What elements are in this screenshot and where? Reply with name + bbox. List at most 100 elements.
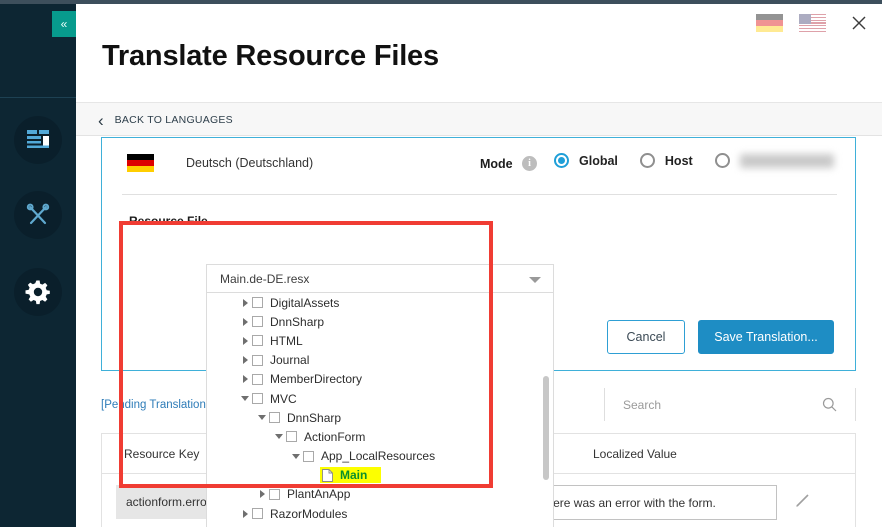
selected-file-highlight: Main bbox=[320, 467, 382, 484]
tree-node-checkbox[interactable] bbox=[303, 450, 314, 462]
chevron-right-icon[interactable] bbox=[238, 510, 252, 518]
pencil-edit-icon[interactable] bbox=[794, 492, 811, 514]
radio-host-input[interactable] bbox=[639, 153, 655, 168]
sidebar-collapse-label: « bbox=[60, 17, 68, 31]
chevron-right-icon[interactable] bbox=[238, 356, 252, 364]
language-name: Deutsch (Deutschland) bbox=[186, 156, 314, 170]
tree-node[interactable]: ActionForm bbox=[207, 427, 553, 446]
sidebar-item-content[interactable] bbox=[14, 116, 62, 164]
resource-file-select[interactable]: Main.de-DE.resx bbox=[206, 264, 554, 293]
tree-node-checkbox[interactable] bbox=[269, 412, 280, 424]
pending-translations-link[interactable]: [Pending Translations] bbox=[101, 399, 215, 411]
resource-file-tree: DigitalAssets DnnSharp HTML Journal MemberDi… bbox=[207, 293, 553, 527]
tree-node[interactable]: DnnSharp bbox=[207, 312, 553, 331]
radio-host-label: Host bbox=[664, 153, 693, 168]
chevron-right-icon[interactable] bbox=[238, 337, 252, 345]
app-root: « Translate Resource Files ‹ BACK TO LAN… bbox=[0, 0, 882, 527]
radio-option-portal[interactable]: Website Portal bbox=[714, 153, 835, 168]
tree-node[interactable]: Main bbox=[207, 466, 553, 485]
chevron-down-icon[interactable] bbox=[238, 396, 252, 401]
tree-node-checkbox[interactable] bbox=[252, 335, 263, 347]
tree-node[interactable]: HTML bbox=[207, 331, 553, 350]
sidebar-item-settings[interactable] bbox=[14, 268, 62, 316]
radio-option-host[interactable]: Host bbox=[639, 153, 693, 168]
chevron-right-icon[interactable] bbox=[238, 375, 252, 383]
tree-node[interactable]: DigitalAssets bbox=[207, 293, 553, 312]
chevron-down-icon[interactable] bbox=[529, 277, 541, 283]
tree-node-checkbox[interactable] bbox=[252, 393, 263, 405]
search-icon[interactable] bbox=[822, 397, 837, 417]
tree-node-label: Journal bbox=[270, 353, 310, 368]
close-x-glyph bbox=[852, 16, 866, 30]
sidebar-header: « bbox=[0, 4, 76, 98]
mode-radio-group: Global Host Website Portal bbox=[554, 153, 835, 168]
info-icon[interactable]: i bbox=[522, 156, 537, 171]
tree-node-label: DnnSharp bbox=[287, 410, 342, 425]
chevron-down-icon[interactable] bbox=[255, 415, 269, 420]
radio-portal-label: Website Portal bbox=[739, 153, 835, 168]
card-divider bbox=[122, 194, 837, 195]
cancel-button[interactable]: Cancel bbox=[607, 320, 685, 354]
left-sidebar: « bbox=[0, 4, 76, 527]
tree-node-label: DnnSharp bbox=[270, 314, 325, 329]
chevron-right-icon[interactable] bbox=[238, 299, 252, 307]
tree-node[interactable]: MemberDirectory bbox=[207, 370, 553, 389]
tree-node-checkbox[interactable] bbox=[252, 373, 263, 385]
tree-node-label: MemberDirectory bbox=[270, 372, 363, 387]
tree-node-label: App_LocalResources bbox=[321, 449, 436, 464]
search-bar bbox=[604, 388, 856, 421]
tree-node-checkbox[interactable] bbox=[252, 297, 263, 309]
tree-node-label: Main bbox=[340, 468, 368, 483]
chevron-down-icon[interactable] bbox=[289, 454, 303, 459]
radio-portal-input[interactable] bbox=[714, 153, 730, 168]
tree-node[interactable]: PlantAnApp bbox=[207, 485, 553, 504]
chevron-down-icon[interactable] bbox=[272, 434, 286, 439]
chevron-right-icon[interactable] bbox=[255, 490, 269, 498]
file-icon bbox=[322, 468, 333, 482]
resource-file-tree-dropdown[interactable]: DigitalAssets DnnSharp HTML Journal MemberDi… bbox=[206, 293, 554, 527]
column-header-resource-key: Resource Key bbox=[124, 447, 200, 461]
tools-wrench-icon bbox=[26, 203, 50, 225]
close-icon[interactable] bbox=[848, 12, 870, 34]
tree-node[interactable]: SiteExperiment bbox=[207, 523, 553, 527]
pencil-glyph bbox=[796, 494, 809, 507]
us-flag[interactable] bbox=[799, 14, 826, 32]
tree-node[interactable]: RazorModules bbox=[207, 504, 553, 523]
german-flag bbox=[127, 154, 154, 172]
tree-node-label: ActionForm bbox=[304, 429, 366, 444]
sidebar-item-tools[interactable] bbox=[14, 191, 62, 239]
tree-node-label: HTML bbox=[270, 333, 303, 348]
tree-node[interactable]: App_LocalResources bbox=[207, 447, 553, 466]
tree-node-checkbox[interactable] bbox=[269, 488, 280, 500]
radio-global-label: Global bbox=[579, 153, 618, 168]
breadcrumb-bar: ‹ BACK TO LANGUAGES bbox=[76, 102, 882, 136]
tree-node-label: DigitalAssets bbox=[270, 295, 340, 310]
radio-option-global[interactable]: Global bbox=[554, 153, 618, 168]
tree-node[interactable]: DnnSharp bbox=[207, 408, 553, 427]
tree-node-checkbox[interactable] bbox=[286, 431, 297, 443]
mode-label: Mode bbox=[480, 157, 513, 171]
chevron-right-icon[interactable] bbox=[238, 318, 252, 326]
tree-node-checkbox[interactable] bbox=[252, 316, 263, 328]
dropdown-scrollbar-thumb[interactable] bbox=[543, 376, 549, 480]
language-row: Deutsch (Deutschland) Mode i Global Host… bbox=[102, 138, 855, 194]
tree-node[interactable]: MVC bbox=[207, 389, 553, 408]
main-page: Translate Resource Files ‹ BACK TO LANGU… bbox=[76, 4, 882, 527]
column-header-localized-value: Localized Value bbox=[593, 447, 677, 461]
back-to-languages-link[interactable]: ‹ BACK TO LANGUAGES bbox=[98, 103, 233, 137]
tree-node[interactable]: Journal bbox=[207, 351, 553, 370]
resource-file-selected-value: Main.de-DE.resx bbox=[220, 271, 310, 286]
tree-node-checkbox[interactable] bbox=[252, 354, 263, 366]
card-action-buttons: Cancel Save Translation... bbox=[607, 320, 834, 354]
radio-global-input[interactable] bbox=[554, 153, 569, 168]
chevron-left-icon: ‹ bbox=[98, 110, 104, 130]
tree-node-label: RazorModules bbox=[270, 506, 348, 521]
resource-file-label: Resource File bbox=[129, 214, 208, 228]
sidebar-collapse-button[interactable]: « bbox=[52, 11, 76, 37]
tree-node-label: MVC bbox=[270, 391, 297, 406]
search-input[interactable] bbox=[623, 397, 813, 412]
save-translation-button[interactable]: Save Translation... bbox=[698, 320, 834, 354]
german-flag[interactable] bbox=[756, 14, 783, 32]
tree-node-checkbox[interactable] bbox=[252, 508, 263, 520]
search-glyph bbox=[822, 397, 837, 412]
